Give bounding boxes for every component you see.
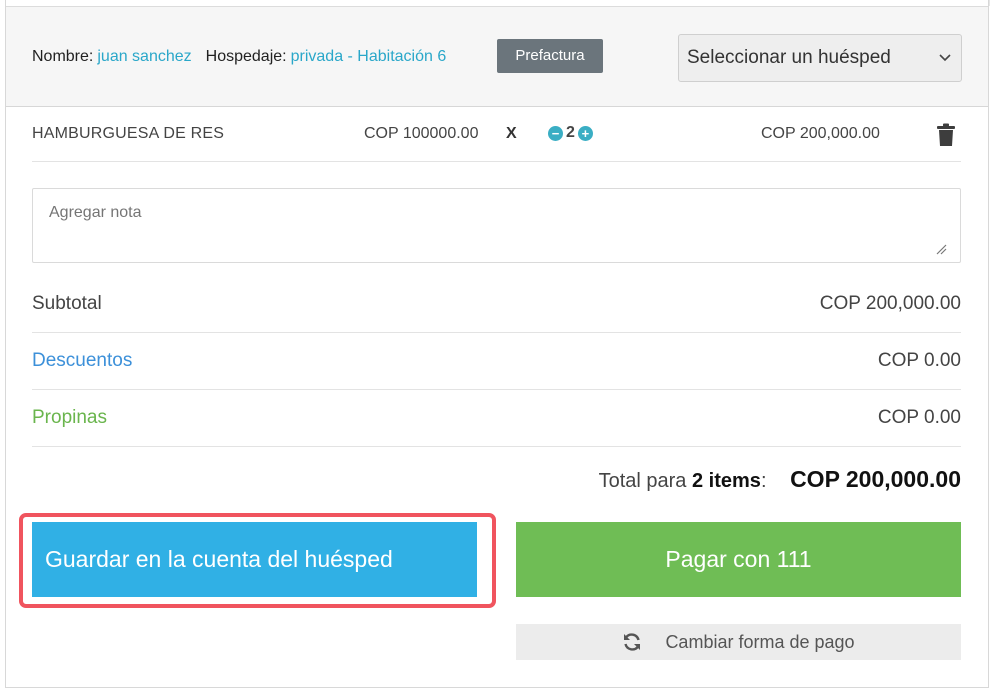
guest-select[interactable]: Seleccionar un huésped — [678, 34, 962, 82]
lodging-label: Hospedaje: — [205, 48, 287, 65]
item-unit-price: COP 100000.00 — [364, 125, 479, 142]
discounts-link[interactable]: Descuentos — [32, 350, 132, 372]
change-payment-method-button[interactable]: Cambiar forma de pago — [516, 624, 961, 660]
order-header: Nombre: juan sanchez Hospedaje: privada … — [6, 6, 988, 107]
quantity-value: 2 — [566, 124, 575, 141]
total-item-count: 2 items — [692, 470, 761, 492]
lodging-link[interactable]: privada - Habitación 6 — [291, 48, 447, 66]
discounts-value: COP 0.00 — [877, 350, 961, 371]
name-label: Nombre: — [32, 48, 94, 65]
change-payment-label: Cambiar forma de pago — [665, 631, 855, 652]
plus-circle-icon[interactable]: + — [577, 125, 593, 141]
pay-button[interactable]: Pagar con 111 — [516, 522, 961, 597]
item-name: HAMBURGUESA DE RES — [32, 125, 225, 142]
total-colon: : — [760, 470, 767, 492]
prefactura-button[interactable]: Prefactura — [497, 39, 603, 73]
note-input[interactable] — [32, 188, 961, 263]
save-to-guest-account-button[interactable]: Guardar en la cuenta del huésped — [32, 522, 477, 597]
resize-grip-icon[interactable] — [935, 242, 947, 255]
trash-icon[interactable] — [935, 123, 957, 147]
order-info: Nombre: juan sanchez Hospedaje: privada … — [32, 48, 446, 66]
tips-link[interactable]: Propinas — [32, 407, 107, 429]
subtotal-label: Subtotal — [32, 293, 102, 314]
chevron-down-icon — [939, 35, 951, 99]
multiply-sign: X — [506, 125, 517, 142]
subtotal-value: COP 200,000.00 — [819, 293, 961, 314]
refresh-icon — [622, 632, 642, 652]
subtotal-row: Subtotal COP 200,000.00 — [32, 276, 961, 333]
total-prefix: Total para — [598, 470, 687, 492]
item-total: COP 200,000.00 — [761, 125, 880, 142]
guest-select-value: Seleccionar un huésped — [687, 47, 891, 68]
tips-value: COP 0.00 — [877, 407, 961, 428]
discounts-row: Descuentos COP 0.00 — [32, 333, 961, 390]
total-amount: COP 200,000.00 — [790, 466, 961, 492]
order-total: Total para 2 items: COP 200,000.00 — [599, 466, 961, 493]
tips-row: Propinas COP 0.00 — [32, 390, 961, 447]
guest-name-link[interactable]: juan sanchez — [97, 48, 191, 66]
order-item-row: HAMBURGUESA DE RES COP 100000.00 X − 2 +… — [32, 110, 961, 162]
minus-circle-icon[interactable]: − — [548, 125, 563, 141]
quantity-stepper: − 2 + — [548, 124, 593, 142]
